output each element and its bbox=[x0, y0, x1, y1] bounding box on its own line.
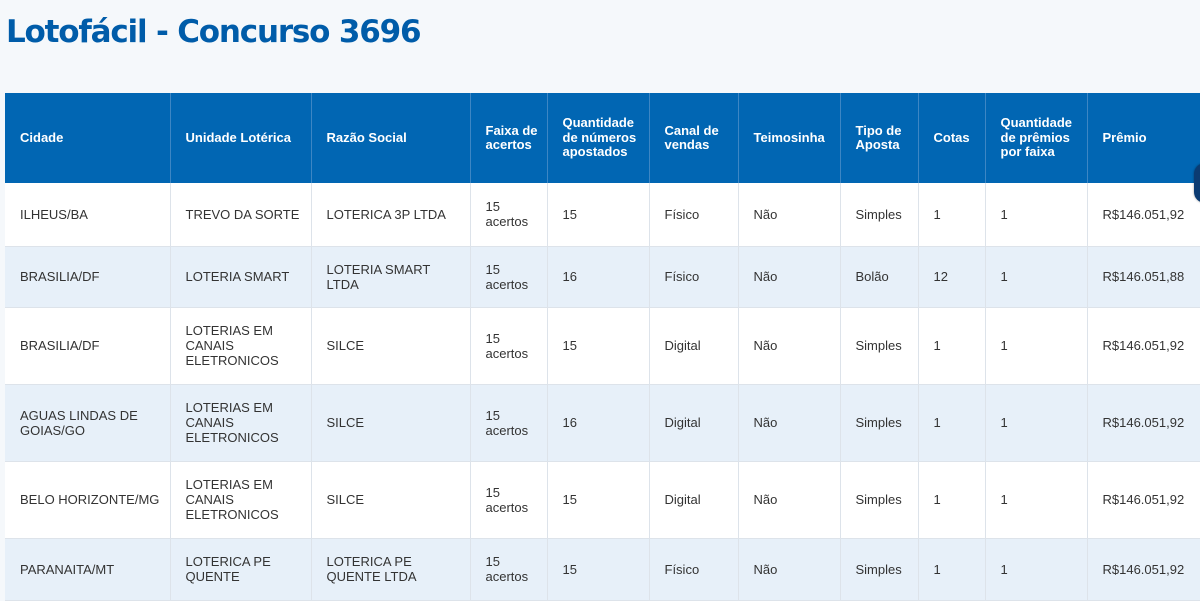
cell-canal-de-vendas: Digital bbox=[649, 384, 739, 462]
table-row: PARANAITA/MT LOTERICA PE QUENTE LOTERICA… bbox=[5, 538, 1200, 601]
cell-teimosinha: Não bbox=[738, 246, 841, 308]
cell-quantidade-numeros: 15 bbox=[547, 461, 650, 539]
cell-cidade: PARANAITA/MT bbox=[5, 538, 171, 601]
cell-tipo-de-aposta: Bolão bbox=[840, 246, 919, 308]
cell-cotas: 1 bbox=[918, 183, 986, 247]
column-header-quantidade-numeros: Quantidade de números apostados bbox=[547, 93, 650, 183]
cell-quantidade-numeros: 16 bbox=[547, 246, 650, 308]
cell-razao-social: SILCE bbox=[311, 307, 471, 385]
table-header-row: Cidade Unidade Lotérica Razão Social Fai… bbox=[5, 93, 1200, 183]
column-header-unidade-loterica: Unidade Lotérica bbox=[170, 93, 312, 183]
cell-unidade-loterica: LOTERIAS EM CANAIS ELETRONICOS bbox=[170, 307, 312, 385]
cell-canal-de-vendas: Digital bbox=[649, 307, 739, 385]
cell-faixa-de-acertos: 15 acertos bbox=[470, 183, 548, 247]
cell-quantidade-numeros: 15 bbox=[547, 183, 650, 247]
cell-premio: R$146.051,92 bbox=[1087, 183, 1200, 247]
cell-unidade-loterica: LOTERIAS EM CANAIS ELETRONICOS bbox=[170, 384, 312, 462]
column-header-tipo-de-aposta: Tipo de Aposta bbox=[840, 93, 919, 183]
table-row: BELO HORIZONTE/MG LOTERIAS EM CANAIS ELE… bbox=[5, 461, 1200, 539]
cell-cidade: BELO HORIZONTE/MG bbox=[5, 461, 171, 539]
cell-cidade: BRASILIA/DF bbox=[5, 307, 171, 385]
cell-razao-social: SILCE bbox=[311, 384, 471, 462]
cell-tipo-de-aposta: Simples bbox=[840, 183, 919, 247]
cell-cidade: AGUAS LINDAS DE GOIAS/GO bbox=[5, 384, 171, 462]
cell-razao-social: SILCE bbox=[311, 461, 471, 539]
cell-faixa-de-acertos: 15 acertos bbox=[470, 461, 548, 539]
column-header-faixa-de-acertos: Faixa de acertos bbox=[470, 93, 548, 183]
results-table: Cidade Unidade Lotérica Razão Social Fai… bbox=[5, 93, 1200, 601]
table-row: ILHEUS/BA TREVO DA SORTE LOTERICA 3P LTD… bbox=[5, 183, 1200, 247]
column-header-premio: Prêmio bbox=[1087, 93, 1200, 183]
cell-tipo-de-aposta: Simples bbox=[840, 461, 919, 539]
cell-teimosinha: Não bbox=[738, 461, 841, 539]
cell-unidade-loterica: LOTERIAS EM CANAIS ELETRONICOS bbox=[170, 461, 312, 539]
cell-canal-de-vendas: Físico bbox=[649, 246, 739, 308]
cell-tipo-de-aposta: Simples bbox=[840, 538, 919, 601]
cell-teimosinha: Não bbox=[738, 384, 841, 462]
cell-canal-de-vendas: Físico bbox=[649, 538, 739, 601]
scroll-right-handle[interactable] bbox=[1194, 163, 1200, 203]
cell-premio: R$146.051,92 bbox=[1087, 307, 1200, 385]
cell-cotas: 12 bbox=[918, 246, 986, 308]
cell-premio: R$146.051,92 bbox=[1087, 384, 1200, 462]
cell-teimosinha: Não bbox=[738, 183, 841, 247]
cell-quantidade-numeros: 16 bbox=[547, 384, 650, 462]
column-header-quantidade-premios: Quantidade de prêmios por faixa bbox=[985, 93, 1088, 183]
cell-teimosinha: Não bbox=[738, 538, 841, 601]
cell-premio: R$146.051,88 bbox=[1087, 246, 1200, 308]
cell-canal-de-vendas: Digital bbox=[649, 461, 739, 539]
cell-unidade-loterica: LOTERICA PE QUENTE bbox=[170, 538, 312, 601]
cell-razao-social: LOTERICA PE QUENTE LTDA bbox=[311, 538, 471, 601]
cell-quantidade-premios: 1 bbox=[985, 538, 1088, 601]
column-header-razao-social: Razão Social bbox=[311, 93, 471, 183]
cell-faixa-de-acertos: 15 acertos bbox=[470, 538, 548, 601]
column-header-canal-de-vendas: Canal de vendas bbox=[649, 93, 739, 183]
column-header-cotas: Cotas bbox=[918, 93, 986, 183]
cell-unidade-loterica: TREVO DA SORTE bbox=[170, 183, 312, 247]
cell-quantidade-premios: 1 bbox=[985, 307, 1088, 385]
cell-faixa-de-acertos: 15 acertos bbox=[470, 246, 548, 308]
cell-faixa-de-acertos: 15 acertos bbox=[470, 384, 548, 462]
cell-quantidade-numeros: 15 bbox=[547, 538, 650, 601]
cell-faixa-de-acertos: 15 acertos bbox=[470, 307, 548, 385]
cell-quantidade-premios: 1 bbox=[985, 246, 1088, 308]
table-row: AGUAS LINDAS DE GOIAS/GO LOTERIAS EM CAN… bbox=[5, 384, 1200, 462]
cell-cotas: 1 bbox=[918, 538, 986, 601]
cell-unidade-loterica: LOTERIA SMART bbox=[170, 246, 312, 308]
cell-quantidade-premios: 1 bbox=[985, 183, 1088, 247]
table-row: BRASILIA/DF LOTERIAS EM CANAIS ELETRONIC… bbox=[5, 307, 1200, 385]
column-header-teimosinha: Teimosinha bbox=[738, 93, 841, 183]
cell-cotas: 1 bbox=[918, 307, 986, 385]
cell-razao-social: LOTERIA SMART LTDA bbox=[311, 246, 471, 308]
cell-premio: R$146.051,92 bbox=[1087, 461, 1200, 539]
cell-cidade: BRASILIA/DF bbox=[5, 246, 171, 308]
cell-canal-de-vendas: Físico bbox=[649, 183, 739, 247]
column-header-cidade: Cidade bbox=[5, 93, 171, 183]
cell-cotas: 1 bbox=[918, 461, 986, 539]
cell-cotas: 1 bbox=[918, 384, 986, 462]
cell-tipo-de-aposta: Simples bbox=[840, 384, 919, 462]
cell-cidade: ILHEUS/BA bbox=[5, 183, 171, 247]
page-title: Lotofácil - Concurso 3696 bbox=[6, 14, 422, 50]
table-row: BRASILIA/DF LOTERIA SMART LOTERIA SMART … bbox=[5, 246, 1200, 308]
cell-razao-social: LOTERICA 3P LTDA bbox=[311, 183, 471, 247]
cell-premio: R$146.051,92 bbox=[1087, 538, 1200, 601]
cell-teimosinha: Não bbox=[738, 307, 841, 385]
cell-tipo-de-aposta: Simples bbox=[840, 307, 919, 385]
cell-quantidade-premios: 1 bbox=[985, 461, 1088, 539]
cell-quantidade-numeros: 15 bbox=[547, 307, 650, 385]
cell-quantidade-premios: 1 bbox=[985, 384, 1088, 462]
